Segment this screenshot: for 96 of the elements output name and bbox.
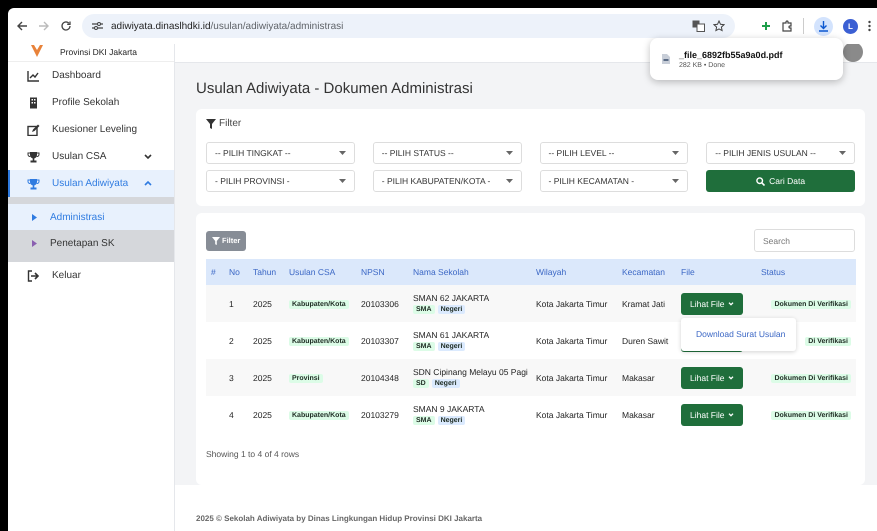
- table-cell: 2025: [248, 396, 284, 433]
- sidebar-item[interactable]: Dashboard: [8, 62, 174, 89]
- table-cell: Kota Jakarta Timur: [531, 396, 617, 433]
- filter-title: Filter: [219, 118, 242, 129]
- submenu-item[interactable]: Administrasi: [8, 204, 174, 230]
- table-cell: 4: [224, 396, 248, 433]
- sidebar-item[interactable]: Kuesioner Leveling: [8, 116, 174, 143]
- back-icon[interactable]: [16, 20, 28, 32]
- filter-dropdown[interactable]: -- PILIH LEVEL --: [540, 142, 688, 164]
- edit-icon: [27, 124, 40, 136]
- plus-icon[interactable]: [761, 21, 771, 31]
- column-header: Wilayah: [531, 259, 617, 285]
- table-cell: 2: [224, 322, 248, 359]
- sidebar-item[interactable]: Usulan Adiwiyata: [8, 170, 174, 197]
- column-header: File: [676, 259, 756, 285]
- table-cell: 2025: [248, 359, 284, 396]
- caret-icon: [839, 151, 846, 155]
- caret-icon: [32, 214, 37, 220]
- table-cell: Makasar: [617, 359, 676, 396]
- chevron-icon: [728, 302, 734, 306]
- page-title: Usulan Adiwiyata - Dokumen Administrasi: [196, 79, 474, 99]
- table-summary: Showing 1 to 4 of 4 rows: [206, 449, 300, 459]
- caret-icon: [338, 179, 346, 183]
- file-icon: [662, 54, 670, 64]
- caret-icon: [506, 151, 512, 155]
- sidebar-item[interactable]: Usulan CSA: [8, 143, 174, 170]
- caret-icon: [338, 151, 346, 155]
- table-cell: 20103306: [356, 285, 408, 322]
- url-text: adiwiyata.dinaslhdki.id/usulan/adiwiyata/administrasi: [111, 20, 344, 32]
- filter-dropdown[interactable]: -- PILIH JENIS USULAN --: [706, 142, 855, 164]
- logout-icon: [27, 270, 40, 282]
- caret-icon: [506, 179, 512, 183]
- translate-icon[interactable]: [692, 20, 705, 32]
- view-file-button[interactable]: Lihat File: [681, 404, 742, 426]
- reload-icon[interactable]: [60, 20, 72, 32]
- search-button[interactable]: Cari Data: [706, 170, 855, 192]
- school-name: SMAN 9 JAKARTA: [413, 404, 484, 414]
- organization-name: Provinsi DKI Jakarta: [60, 47, 137, 57]
- table-cell: Kota Jakarta Timur: [531, 359, 617, 396]
- trophy-icon: [27, 178, 40, 190]
- table-cell: Makasar: [617, 396, 676, 433]
- filter-dropdown[interactable]: - PILIH KECAMATAN -: [540, 170, 688, 192]
- building-icon: [27, 96, 40, 108]
- table-cell: 2025: [248, 285, 284, 322]
- column-header: Nama Sekolah: [408, 259, 531, 285]
- column-header: #: [206, 259, 224, 285]
- table-cell: Duren Sawit: [617, 322, 676, 359]
- avatar-icon: [843, 44, 863, 62]
- school-name: SMAN 62 JAKARTA: [413, 293, 490, 303]
- table-cell: 20103307: [356, 322, 408, 359]
- chevron-icon: [728, 412, 734, 416]
- table-cell: Kota Jakarta Timur: [531, 285, 617, 322]
- search-icon: [756, 176, 766, 186]
- table-cell: 20103279: [356, 396, 408, 433]
- site-settings-icon[interactable]: [92, 21, 103, 31]
- view-file-button[interactable]: Lihat File: [681, 292, 742, 314]
- sidebar-item[interactable]: Keluar: [8, 262, 174, 289]
- star-icon[interactable]: [713, 20, 725, 32]
- column-header: NPSN: [356, 259, 408, 285]
- chevron-icon: [728, 376, 734, 380]
- school-name: SDN Cipinang Melayu 05 Pagi: [413, 367, 528, 377]
- footer-text: 2025 © Sekolah Adiwiyata by Dinas Lingkungan Hidup Provinsi DKI Jakarta: [175, 485, 877, 531]
- more-icon[interactable]: [868, 20, 871, 32]
- address-bar[interactable]: adiwiyata.dinaslhdki.id/usulan/adiwiyata/administrasi: [82, 14, 735, 38]
- table-cell: 3: [224, 359, 248, 396]
- menu-item[interactable]: Download Surat Usulan: [696, 329, 796, 339]
- submenu-item[interactable]: Penetapan SK: [8, 230, 174, 256]
- trophy-icon: [27, 150, 40, 162]
- puzzle-icon[interactable]: [781, 20, 793, 32]
- search-field[interactable]: Search: [754, 229, 855, 252]
- table-cell: Kota Jakarta Timur: [531, 322, 617, 359]
- filter-dropdown[interactable]: -- PILIH TINGKAT --: [206, 142, 355, 164]
- table-cell: 2025: [248, 322, 284, 359]
- filter-dropdown[interactable]: -- PILIH STATUS --: [372, 142, 522, 164]
- filter-icon: [212, 236, 220, 244]
- column-header: Tahun: [248, 259, 284, 285]
- caret-icon: [672, 179, 680, 183]
- chart-icon: [27, 70, 40, 82]
- table-cell: 20104348: [356, 359, 408, 396]
- table-cell: Kramat Jati: [617, 285, 676, 322]
- download-filename[interactable]: _file_6892fb55a9a0d.pdf: [679, 50, 783, 60]
- sidebar-item[interactable]: Profile Sekolah: [8, 89, 174, 116]
- column-header: No: [224, 259, 248, 285]
- filter-dropdown[interactable]: - PILIH KABUPATEN/KOTA -: [372, 170, 522, 192]
- caret-icon: [32, 240, 37, 246]
- filter-dropdown[interactable]: - PILIH PROVINSI -: [206, 170, 355, 192]
- profile-avatar[interactable]: L: [843, 18, 858, 34]
- column-header: Status: [756, 259, 856, 285]
- view-file-button[interactable]: Lihat File: [681, 366, 742, 388]
- table-cell: 1: [224, 285, 248, 322]
- download-icon[interactable]: [814, 16, 833, 36]
- caret-icon: [672, 151, 680, 155]
- filter-icon: [206, 118, 216, 128]
- column-header: Usulan CSA: [284, 259, 356, 285]
- column-header: Kecamatan: [617, 259, 676, 285]
- school-name: SMAN 61 JAKARTA: [413, 330, 490, 340]
